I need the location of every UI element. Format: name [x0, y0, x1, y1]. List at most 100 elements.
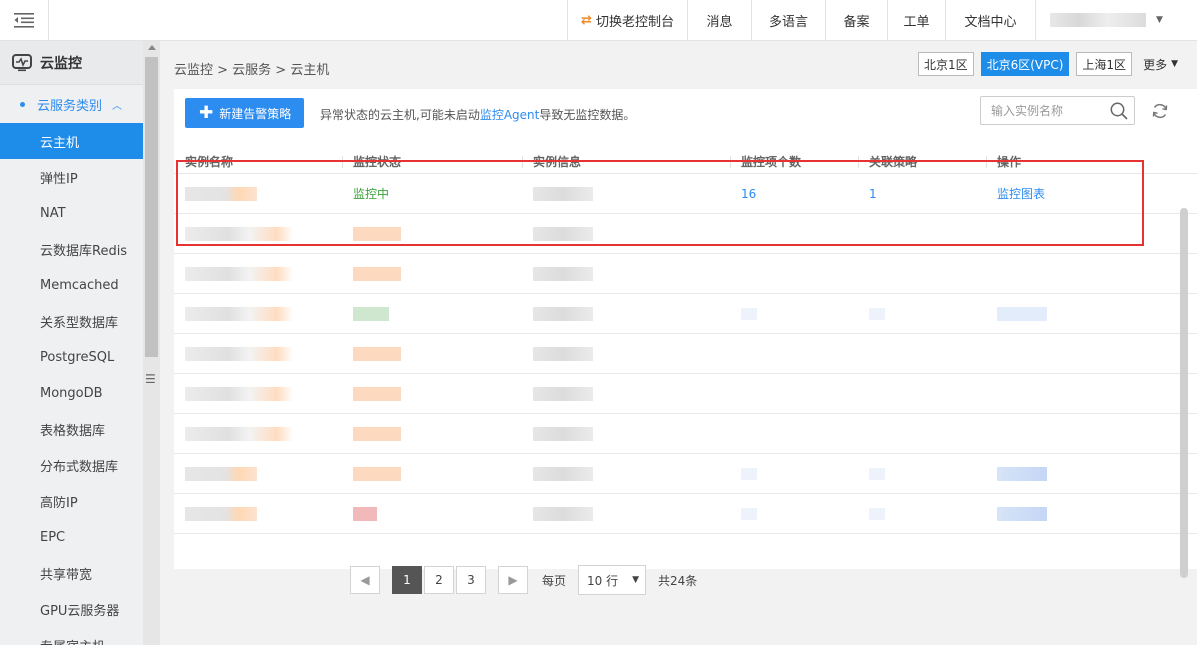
- sidebar-header: 云监控: [0, 41, 143, 85]
- monitor-status: 监控中: [353, 187, 390, 201]
- menu-toggle-icon[interactable]: [0, 0, 49, 40]
- table-row: [174, 374, 1197, 414]
- new-alert-policy-button[interactable]: ✚ 新建告警策略: [185, 98, 304, 128]
- nav-docs[interactable]: 文档中心: [945, 0, 1035, 40]
- redacted-cell: [533, 506, 593, 521]
- table-row: [174, 254, 1197, 294]
- sidebar-scrollbar[interactable]: [143, 41, 160, 645]
- monitor-agent-link[interactable]: 监控Agent: [480, 108, 540, 122]
- page-2-button[interactable]: 2: [424, 566, 454, 594]
- search-icon[interactable]: [1110, 102, 1128, 120]
- redacted-cell: [741, 507, 757, 520]
- user-menu[interactable]: ▼: [1035, 0, 1197, 40]
- prev-page-button[interactable]: ◀: [350, 566, 380, 594]
- redacted-cell: [741, 467, 757, 480]
- chevron-down-icon: ▼: [1171, 59, 1178, 69]
- sidebar-item[interactable]: 共享带宽: [0, 555, 143, 591]
- redacted-cell: [353, 306, 389, 321]
- bullet-icon: [20, 101, 25, 107]
- sidebar-item[interactable]: 高防IP: [0, 483, 143, 519]
- instance-search-input[interactable]: [981, 97, 1101, 124]
- redacted-cell: [869, 507, 885, 520]
- sidebar-item[interactable]: PostgreSQL: [0, 339, 143, 375]
- col-instance-info[interactable]: 实例信息: [522, 153, 730, 173]
- redacted-cell: [353, 386, 401, 401]
- redacted-cell: [353, 506, 377, 521]
- sidebar-item[interactable]: MongoDB: [0, 375, 143, 411]
- col-monitor-status[interactable]: 监控状态: [342, 153, 522, 173]
- collapse-sidebar-icon[interactable]: ☰: [145, 372, 156, 386]
- redacted-cell: [185, 386, 293, 401]
- sidebar-item[interactable]: 关系型数据库: [0, 303, 143, 339]
- redacted-cell: [353, 346, 401, 361]
- region-shanghai1[interactable]: 上海1区: [1076, 52, 1133, 76]
- redacted-cell: [533, 346, 593, 361]
- sidebar-item[interactable]: Memcached: [0, 267, 143, 303]
- table-row: [174, 214, 1197, 254]
- redacted-cell: [533, 426, 593, 441]
- linked-policy-link[interactable]: 1: [869, 187, 877, 201]
- redacted-cell: [741, 307, 757, 320]
- sidebar: 云监控 云服务类别 ︿ 云主机 弹性IP NAT 云数据库Redis Memcached…: [0, 41, 143, 645]
- redacted-cell: [869, 307, 885, 320]
- user-name-redacted: [1050, 13, 1146, 27]
- switch-old-console-button[interactable]: ⇄ 切换老控制台: [567, 0, 687, 40]
- instance-search: [980, 96, 1135, 125]
- chevron-down-icon: ▼: [632, 575, 640, 585]
- agent-notice: 异常状态的云主机,可能未启动监控Agent导致无监控数据。: [320, 108, 636, 122]
- col-instance-name[interactable]: 实例名称: [174, 153, 342, 173]
- region-more-dropdown[interactable]: 更多 ▼: [1139, 52, 1182, 76]
- sidebar-item[interactable]: 云数据库Redis: [0, 231, 143, 267]
- region-beijing1[interactable]: 北京1区: [917, 52, 974, 76]
- nav-language[interactable]: 多语言: [751, 0, 825, 40]
- switch-arrows-icon: ⇄: [581, 12, 592, 28]
- sidebar-group-cloud-services[interactable]: 云服务类别 ︿: [0, 85, 143, 123]
- sidebar-item[interactable]: 专属宿主机: [0, 627, 143, 645]
- refresh-icon[interactable]: [1150, 101, 1170, 121]
- redacted-cell: [533, 266, 593, 281]
- instance-info-redacted: [533, 186, 593, 201]
- redacted-cell: [997, 506, 1047, 521]
- sidebar-item[interactable]: 云主机: [0, 123, 143, 159]
- scroll-up-icon[interactable]: [148, 45, 156, 50]
- top-nav: ⇄ 切换老控制台 消息 多语言 备案 工单 文档中心 ▼: [567, 0, 1197, 40]
- main-content: 云监控 > 云服务 > 云主机 北京1区 北京6区(VPC) 上海1区 更多 ▼…: [160, 41, 1197, 645]
- sidebar-item[interactable]: NAT: [0, 195, 143, 231]
- per-page-label: 每页: [542, 573, 567, 588]
- sidebar-item[interactable]: 表格数据库: [0, 411, 143, 447]
- redacted-cell: [185, 346, 293, 361]
- sidebar-item[interactable]: EPC: [0, 519, 143, 555]
- region-beijing6-vpc[interactable]: 北京6区(VPC): [980, 52, 1070, 76]
- redacted-cell: [353, 266, 401, 281]
- nav-tickets[interactable]: 工单: [887, 0, 945, 40]
- sidebar-scroll-thumb[interactable]: [145, 57, 158, 357]
- breadcrumb: 云监控 > 云服务 > 云主机: [174, 63, 330, 78]
- instance-name-redacted[interactable]: [185, 186, 257, 201]
- nav-messages[interactable]: 消息: [687, 0, 751, 40]
- redacted-cell: [185, 226, 293, 241]
- col-actions: 操作: [986, 153, 1197, 173]
- page-size-select[interactable]: 10 行 ▼: [578, 565, 647, 595]
- region-selector: 北京1区 北京6区(VPC) 上海1区 更多 ▼: [917, 52, 1182, 76]
- main-scrollbar[interactable]: [1180, 208, 1188, 578]
- redacted-cell: [353, 226, 401, 241]
- chevron-up-icon: ︿: [112, 100, 123, 112]
- redacted-cell: [533, 386, 593, 401]
- metric-count-link[interactable]: 16: [741, 187, 756, 201]
- nav-filing[interactable]: 备案: [825, 0, 887, 40]
- sidebar-item[interactable]: GPU云服务器: [0, 591, 143, 627]
- monitor-chart-link[interactable]: 监控图表: [997, 185, 1045, 202]
- redacted-cell: [533, 306, 593, 321]
- redacted-cell: [353, 426, 401, 441]
- pagination: ◀ 1 2 3 ▶ 每页 10 行 ▼ 共24条: [350, 565, 697, 595]
- col-metric-count[interactable]: 监控项个数: [730, 153, 858, 173]
- sidebar-item[interactable]: 分布式数据库: [0, 447, 143, 483]
- chevron-down-icon: ▼: [1156, 15, 1163, 25]
- page-3-button[interactable]: 3: [456, 566, 486, 594]
- next-page-button[interactable]: ▶: [498, 566, 528, 594]
- redacted-cell: [533, 226, 593, 241]
- redacted-cell: [353, 466, 401, 481]
- page-1-button[interactable]: 1: [392, 566, 422, 594]
- sidebar-item[interactable]: 弹性IP: [0, 159, 143, 195]
- col-linked-policy[interactable]: 关联策略: [858, 153, 986, 173]
